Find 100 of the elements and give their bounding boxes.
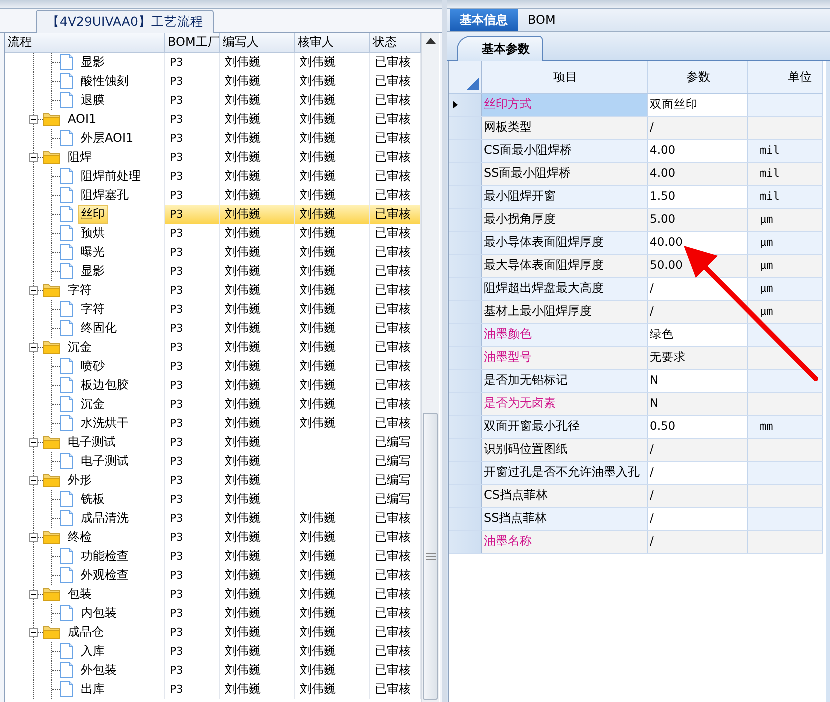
table-cell[interactable]: / xyxy=(648,278,748,300)
table-cell[interactable]: 无要求 xyxy=(648,347,748,369)
tree-row[interactable]: 铣板 P3 刘伟巍 已编写 xyxy=(5,490,421,509)
collapse-icon[interactable] xyxy=(29,153,38,162)
table-cell[interactable]: / xyxy=(648,117,748,139)
tree-row[interactable]: 外层AOI1 P3 刘伟巍 刘伟巍 已审核 xyxy=(5,129,421,148)
collapse-icon[interactable] xyxy=(29,343,38,352)
panel-title: 【4V29UIVAA0】工艺流程 xyxy=(36,10,214,33)
tree-label: 显影 xyxy=(80,263,106,280)
table-cell: 刘伟巍 xyxy=(220,452,295,471)
tree-row[interactable]: 预烘 P3 刘伟巍 刘伟巍 已审核 xyxy=(5,224,421,243)
table-cell[interactable]: / xyxy=(648,485,748,507)
table-cell[interactable]: CS挡点菲林 xyxy=(482,485,648,507)
collapse-icon[interactable] xyxy=(29,438,38,447)
table-cell[interactable]: / xyxy=(648,508,748,530)
table-cell[interactable]: 5.00 xyxy=(648,209,748,231)
tree-row[interactable]: 终固化 P3 刘伟巍 刘伟巍 已审核 xyxy=(5,319,421,338)
tree-row[interactable]: 显影 P3 刘伟巍 刘伟巍 已审核 xyxy=(5,262,421,281)
table-cell[interactable]: 基材上最小阻焊厚度 xyxy=(482,301,648,323)
table-cell: 刘伟巍 xyxy=(220,243,295,262)
table-cell[interactable]: / xyxy=(648,462,748,484)
table-cell[interactable]: 40.00 xyxy=(648,232,748,254)
splitter-bar[interactable] xyxy=(447,0,830,9)
table-cell[interactable]: 双面丝印 xyxy=(648,94,748,116)
table-cell[interactable]: 识别码位置图纸 xyxy=(482,439,648,461)
tree-label: 外层AOI1 xyxy=(80,130,135,147)
tree-label: 包装 xyxy=(67,586,93,603)
tree-row[interactable]: 曝光 P3 刘伟巍 刘伟巍 已审核 xyxy=(5,243,421,262)
table-cell[interactable]: 油墨名称 xyxy=(482,531,648,553)
tree-row[interactable]: 丝印 P3 刘伟巍 刘伟巍 已审核 xyxy=(5,205,421,224)
table-cell[interactable]: SS面最小阻焊桥 xyxy=(482,163,648,185)
collapse-icon[interactable] xyxy=(29,476,38,485)
row-header[interactable] xyxy=(449,94,482,116)
tree-row[interactable]: 出库 P3 刘伟巍 刘伟巍 已审核 xyxy=(5,680,421,699)
tree-row[interactable]: 外包装 P3 刘伟巍 刘伟巍 已审核 xyxy=(5,661,421,680)
collapse-icon[interactable] xyxy=(29,590,38,599)
column-header[interactable]: 编写人 xyxy=(220,33,295,52)
tree-row[interactable]: 沉金 P3 刘伟巍 刘伟巍 已审核 xyxy=(5,395,421,414)
table-cell: 刘伟巍 xyxy=(300,207,336,221)
table-cell[interactable]: 油墨型号 xyxy=(482,347,648,369)
table-cell[interactable]: 是否为无卤素 xyxy=(482,393,648,415)
tree-row[interactable]: 阻焊 P3 刘伟巍 刘伟巍 已审核 xyxy=(5,148,421,167)
tab[interactable]: 基本信息 xyxy=(450,9,518,31)
table-cell: P3 xyxy=(165,528,220,547)
tree-row[interactable]: 板边包胶 P3 刘伟巍 刘伟巍 已审核 xyxy=(5,376,421,395)
tree-row[interactable]: 显影 P3 刘伟巍 刘伟巍 已审核 xyxy=(5,53,421,72)
table-cell: 刘伟巍 xyxy=(300,397,336,411)
column-header[interactable]: 核审人 xyxy=(295,33,370,52)
table-cell[interactable]: / xyxy=(648,531,748,553)
document-icon xyxy=(60,548,74,565)
column-header[interactable]: BOM工厂 xyxy=(165,33,220,52)
tree-row[interactable]: 内包装 P3 刘伟巍 刘伟巍 已审核 xyxy=(5,604,421,623)
document-icon xyxy=(60,206,74,223)
tree-row[interactable]: 喷砂 P3 刘伟巍 刘伟巍 已审核 xyxy=(5,357,421,376)
tree-row[interactable]: 阻焊前处理 P3 刘伟巍 刘伟巍 已审核 xyxy=(5,167,421,186)
tree-row[interactable]: 水洗烘干 P3 刘伟巍 刘伟巍 已审核 xyxy=(5,414,421,433)
column-header[interactable]: 项目 xyxy=(482,61,648,93)
tree-row[interactable]: 成品仓 P3 刘伟巍 刘伟巍 已审核 xyxy=(5,623,421,642)
tree-row[interactable]: 入库 P3 刘伟巍 刘伟巍 已审核 xyxy=(5,642,421,661)
table-cell[interactable]: / xyxy=(648,439,748,461)
tree-row[interactable]: 退膜 P3 刘伟巍 刘伟巍 已审核 xyxy=(5,91,421,110)
tree-row[interactable]: 字符 P3 刘伟巍 刘伟巍 已审核 xyxy=(5,300,421,319)
table-cell[interactable]: 绿色 xyxy=(648,324,748,346)
table-cell[interactable]: N xyxy=(648,393,748,415)
column-header[interactable]: 流程 xyxy=(5,33,165,52)
table-cell[interactable]: 0.50 xyxy=(648,416,748,438)
table-cell[interactable]: 4.00 xyxy=(648,140,748,162)
tree-row[interactable]: 外形 P3 刘伟巍 已编写 xyxy=(5,471,421,490)
tree-row[interactable]: 成品清洗 P3 刘伟巍 刘伟巍 已审核 xyxy=(5,509,421,528)
tree-row[interactable]: 包装 P3 刘伟巍 刘伟巍 已审核 xyxy=(5,585,421,604)
tree-row[interactable]: 终检 P3 刘伟巍 刘伟巍 已审核 xyxy=(5,528,421,547)
tree-row[interactable]: 字符 P3 刘伟巍 刘伟巍 已审核 xyxy=(5,281,421,300)
table-cell[interactable]: 最小拐角厚度 xyxy=(482,209,648,231)
splitter-bar[interactable] xyxy=(0,0,442,9)
tree-row[interactable]: 电子测试 P3 刘伟巍 已编写 xyxy=(5,433,421,452)
tree-row[interactable]: AOI1 P3 刘伟巍 刘伟巍 已审核 xyxy=(5,110,421,129)
column-header[interactable]: 参数 xyxy=(648,61,748,93)
tree-row[interactable]: 外观检查 P3 刘伟巍 刘伟巍 已审核 xyxy=(5,566,421,585)
scroll-thumb[interactable] xyxy=(423,413,438,700)
table-cell[interactable]: 网板类型 xyxy=(482,117,648,139)
tree-row[interactable]: 沉金 P3 刘伟巍 刘伟巍 已审核 xyxy=(5,338,421,357)
column-header[interactable]: 单位 xyxy=(748,61,823,93)
collapse-icon[interactable] xyxy=(29,115,38,124)
tree-row[interactable]: 功能检查 P3 刘伟巍 刘伟巍 已审核 xyxy=(5,547,421,566)
table-cell: mil xyxy=(760,167,780,180)
tab[interactable]: BOM xyxy=(518,9,566,31)
collapse-icon[interactable] xyxy=(29,628,38,637)
table-cell[interactable]: 1.50 xyxy=(648,186,748,208)
table-cell: mil xyxy=(760,190,780,203)
collapse-icon[interactable] xyxy=(29,533,38,542)
collapse-icon[interactable] xyxy=(29,286,38,295)
tree-row[interactable]: 酸性蚀刻 P3 刘伟巍 刘伟巍 已审核 xyxy=(5,72,421,91)
table-cell[interactable]: N xyxy=(648,370,748,392)
table-cell[interactable]: 4.00 xyxy=(648,163,748,185)
scroll-up-icon[interactable] xyxy=(426,38,436,44)
tree-row[interactable]: 电子测试 P3 刘伟巍 已编写 xyxy=(5,452,421,471)
table-cell[interactable]: / xyxy=(648,301,748,323)
tab[interactable]: 基本参数 xyxy=(457,36,543,61)
table-cell[interactable]: 最大导体表面阻焊厚度 xyxy=(482,255,648,277)
scrollbar[interactable] xyxy=(421,33,439,702)
